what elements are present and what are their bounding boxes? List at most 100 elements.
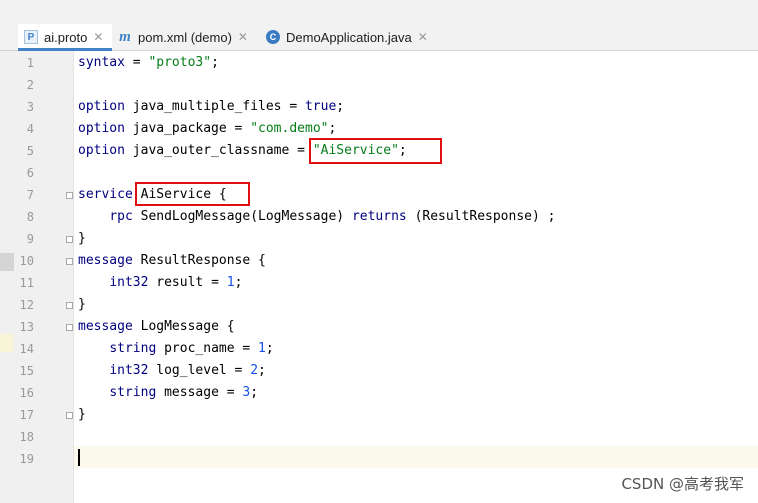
line-number: 4 xyxy=(26,122,34,136)
line-number: 1 xyxy=(26,56,34,70)
number-literal: 2 xyxy=(250,363,259,378)
fold-marker[interactable] xyxy=(66,236,73,243)
code-line-12: } xyxy=(78,294,86,316)
number-literal: 1 xyxy=(226,275,235,290)
keyword: returns xyxy=(351,209,407,224)
code-text: = xyxy=(124,55,149,70)
line-number: 12 xyxy=(19,298,34,312)
line-number: 19 xyxy=(19,452,34,466)
line-number: 15 xyxy=(19,364,34,378)
keyword: int32 xyxy=(109,363,149,378)
keyword: string xyxy=(109,385,157,400)
code-line-15: int32 log_level = 2; xyxy=(78,360,266,382)
line-number: 16 xyxy=(19,386,34,400)
keyword: string xyxy=(109,341,157,356)
maven-file-icon: m xyxy=(119,28,131,45)
code-line-10: message ResultResponse { xyxy=(78,250,266,272)
line-number: 8 xyxy=(26,210,34,224)
close-icon[interactable]: ✕ xyxy=(418,30,428,44)
keyword: service xyxy=(78,187,133,202)
code-text: ; xyxy=(250,385,259,400)
keyword: int32 xyxy=(109,275,149,290)
string-literal: "proto3" xyxy=(148,55,212,70)
highlight-box-service xyxy=(135,182,250,206)
fold-marker[interactable] xyxy=(66,412,73,419)
line-number: 3 xyxy=(26,100,34,114)
code-text: log_level = xyxy=(148,363,251,378)
keyword: message xyxy=(78,319,133,334)
code-line-13: message LogMessage { xyxy=(78,316,235,338)
java-class-icon: C xyxy=(266,30,280,44)
fold-marker[interactable] xyxy=(66,192,73,199)
code-text: java_package = xyxy=(124,121,251,136)
line-number: 7 xyxy=(26,188,34,202)
line-number: 17 xyxy=(19,408,34,422)
code-text: } xyxy=(78,407,86,422)
line-number: 10 xyxy=(19,254,34,268)
code-text: java_multiple_files = xyxy=(124,99,305,114)
keyword: message xyxy=(78,253,133,268)
line-number: 18 xyxy=(19,430,34,444)
code-text: ; xyxy=(328,121,337,136)
fold-marker[interactable] xyxy=(66,324,73,331)
code-text: message = xyxy=(156,385,243,400)
top-strip xyxy=(0,0,758,25)
number-literal: 1 xyxy=(258,341,266,356)
line-number: 11 xyxy=(19,276,34,290)
tab-demo-application[interactable]: C DemoApplication.java ✕ xyxy=(260,24,440,50)
fold-marker[interactable] xyxy=(66,258,73,265)
code-line-3: option java_multiple_files = true; xyxy=(78,96,344,118)
string-literal: "com.demo" xyxy=(250,121,329,136)
keyword: option xyxy=(78,121,125,136)
line-number: 2 xyxy=(26,78,34,92)
code-line-8: rpc SendLogMessage(LogMessage) returns (… xyxy=(78,206,555,228)
code-text: java_outer_classname = xyxy=(124,143,313,158)
code-line-16: string message = 3; xyxy=(78,382,258,404)
close-icon[interactable]: ✕ xyxy=(238,30,248,44)
code-text: } xyxy=(78,231,86,246)
watermark: CSDN @高考我军 xyxy=(621,475,744,493)
line-number: 14 xyxy=(19,342,34,356)
close-icon[interactable]: ✕ xyxy=(93,30,103,44)
code-line-17: } xyxy=(78,404,86,426)
code-line-9: } xyxy=(78,228,86,250)
code-text: ; xyxy=(265,341,274,356)
tab-label: ai.proto xyxy=(44,29,88,45)
line-number: 9 xyxy=(26,232,34,246)
line-number: 13 xyxy=(19,320,34,334)
code-text: SendLogMessage(LogMessage) xyxy=(132,209,352,224)
tab-label: pom.xml (demo) xyxy=(138,29,232,45)
code-text: ResultResponse { xyxy=(132,253,266,268)
keyword: option xyxy=(78,99,125,114)
keyword: rpc xyxy=(109,209,133,224)
code-line-11: int32 result = 1; xyxy=(78,272,242,294)
keyword: option xyxy=(78,143,125,158)
code-text: } xyxy=(78,297,86,312)
tab-ai-proto[interactable]: P ai.proto ✕ xyxy=(18,24,112,51)
line-number: 6 xyxy=(26,166,34,180)
code-text: (ResultResponse) ; xyxy=(406,209,556,224)
code-text: result = xyxy=(148,275,227,290)
editor-tab-bar: P ai.proto ✕ m pom.xml (demo) ✕ C DemoAp… xyxy=(0,24,758,51)
code-text: ; xyxy=(258,363,266,378)
tab-pom-xml[interactable]: m pom.xml (demo) ✕ xyxy=(112,24,260,50)
highlight-box-classname xyxy=(309,138,442,164)
keyword: syntax xyxy=(78,55,125,70)
fold-marker[interactable] xyxy=(66,302,73,309)
code-line-1: syntax = "proto3"; xyxy=(78,52,219,74)
code-text: ; xyxy=(336,99,345,114)
proto-file-icon: P xyxy=(24,30,38,44)
tab-label: DemoApplication.java xyxy=(286,29,412,45)
code-text: ; xyxy=(234,275,243,290)
code-text: proc_name = xyxy=(156,341,259,356)
code-text: ; xyxy=(211,55,219,70)
line-number: 5 xyxy=(26,144,34,158)
code-text: LogMessage { xyxy=(132,319,235,334)
code-line-14: string proc_name = 1; xyxy=(78,338,274,360)
code-line-4: option java_package = "com.demo"; xyxy=(78,118,336,140)
